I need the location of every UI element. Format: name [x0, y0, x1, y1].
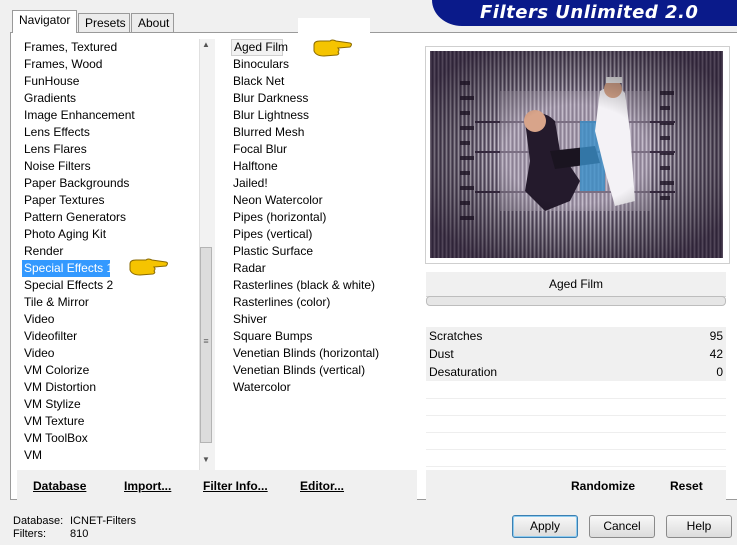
- reset-button[interactable]: Reset: [670, 479, 703, 493]
- category-item[interactable]: FunHouse: [22, 73, 198, 90]
- category-item[interactable]: Frames, Wood: [22, 56, 198, 73]
- param-value: 0: [716, 365, 723, 379]
- category-item[interactable]: Video: [22, 345, 198, 362]
- category-item[interactable]: Gradients: [22, 90, 198, 107]
- category-item[interactable]: Lens Effects: [22, 124, 198, 141]
- empty-param-row: [426, 399, 726, 416]
- category-item[interactable]: VM ToolBox: [22, 430, 198, 447]
- database-label: Database:: [13, 515, 64, 527]
- preview-image[interactable]: [430, 51, 723, 258]
- category-item[interactable]: VM Texture: [22, 413, 198, 430]
- editor-button[interactable]: Editor...: [300, 479, 344, 493]
- category-item[interactable]: VM: [22, 447, 198, 464]
- scroll-up-icon[interactable]: ▲: [200, 40, 212, 52]
- filter-item[interactable]: Venetian Blinds (vertical): [231, 362, 416, 379]
- category-item[interactable]: Photo Aging Kit: [22, 226, 198, 243]
- category-item[interactable]: Paper Backgrounds: [22, 175, 198, 192]
- category-item[interactable]: Special Effects 2: [22, 277, 198, 294]
- randomize-button[interactable]: Randomize: [571, 479, 635, 493]
- filters-count: 810: [70, 528, 89, 540]
- category-item[interactable]: Pattern Generators: [22, 209, 198, 226]
- filter-item[interactable]: Radar: [231, 260, 416, 277]
- category-item[interactable]: Render: [22, 243, 198, 260]
- category-item[interactable]: Tile & Mirror: [22, 294, 198, 311]
- category-item[interactable]: Paper Textures: [22, 192, 198, 209]
- param-label: Desaturation: [429, 365, 498, 379]
- filter-item[interactable]: Pipes (vertical): [231, 226, 416, 243]
- filter-info-button[interactable]: Filter Info...: [203, 479, 268, 493]
- category-item[interactable]: Special Effects 1: [22, 260, 113, 277]
- filter-item[interactable]: Neon Watercolor: [231, 192, 416, 209]
- title-banner: Filters Unlimited 2.0: [432, 0, 737, 26]
- category-item[interactable]: Lens Flares: [22, 141, 198, 158]
- database-button[interactable]: Database: [33, 479, 86, 493]
- filter-item[interactable]: Rasterlines (color): [231, 294, 416, 311]
- import-button[interactable]: Import...: [124, 479, 171, 493]
- filters-label: Filters:: [13, 528, 46, 540]
- param-row-desaturation[interactable]: Desaturation 0: [426, 363, 726, 381]
- filter-item[interactable]: Watercolor: [231, 379, 416, 396]
- filter-item[interactable]: Shiver: [231, 311, 416, 328]
- filter-item[interactable]: Jailed!: [231, 175, 416, 192]
- filter-item[interactable]: Rasterlines (black & white): [231, 277, 416, 294]
- category-item[interactable]: VM Colorize: [22, 362, 198, 379]
- filter-item[interactable]: Plastic Surface: [231, 243, 416, 260]
- param-label: Scratches: [429, 329, 483, 343]
- param-row-scratches[interactable]: Scratches 95: [426, 327, 726, 345]
- tab-presets[interactable]: Presets: [78, 13, 130, 32]
- filter-item[interactable]: Venetian Blinds (horizontal): [231, 345, 416, 362]
- scroll-grip-icon: ≡: [203, 336, 209, 346]
- empty-param-row: [426, 382, 726, 399]
- category-item[interactable]: VM Distortion: [22, 379, 198, 396]
- category-item[interactable]: Video: [22, 311, 198, 328]
- tab-navigator[interactable]: Navigator: [12, 10, 77, 33]
- filter-item[interactable]: Blurred Mesh: [231, 124, 416, 141]
- scroll-down-icon[interactable]: ▼: [200, 455, 212, 467]
- param-value: 42: [709, 347, 723, 361]
- empty-param-row: [426, 433, 726, 450]
- empty-param-row: [426, 416, 726, 433]
- filter-item[interactable]: Aged Film: [231, 39, 288, 56]
- empty-param-row: [426, 450, 726, 467]
- category-item[interactable]: VM Stylize: [22, 396, 198, 413]
- parameter-slider[interactable]: [426, 296, 726, 306]
- category-list[interactable]: Frames, Textured Frames, Wood FunHouse Grad…: [22, 39, 198, 469]
- filter-item[interactable]: Halftone: [231, 158, 416, 175]
- cancel-button[interactable]: Cancel: [589, 515, 655, 538]
- filter-item[interactable]: Focal Blur: [231, 141, 416, 158]
- filter-item[interactable]: Blur Darkness: [231, 90, 416, 107]
- banner-title: Filters Unlimited 2.0: [480, 2, 699, 23]
- category-item[interactable]: Noise Filters: [22, 158, 198, 175]
- tab-about[interactable]: About: [131, 13, 174, 32]
- category-item[interactable]: Image Enhancement: [22, 107, 198, 124]
- filter-item[interactable]: Blur Lightness: [231, 107, 416, 124]
- pointing-hand-icon: [313, 39, 352, 57]
- param-value: 95: [709, 329, 723, 343]
- pointing-hand-icon: [129, 258, 168, 276]
- param-label: Dust: [429, 347, 454, 361]
- param-row-dust[interactable]: Dust 42: [426, 345, 726, 363]
- category-item[interactable]: Frames, Textured: [22, 39, 198, 56]
- category-item[interactable]: Videofilter: [22, 328, 198, 345]
- apply-button[interactable]: Apply: [512, 515, 578, 538]
- filter-item[interactable]: Black Net: [231, 73, 416, 90]
- selected-filter-name: Aged Film: [426, 272, 726, 297]
- filter-item[interactable]: Square Bumps: [231, 328, 416, 345]
- database-value: ICNET-Filters: [70, 515, 136, 527]
- filter-list[interactable]: Aged Film Binoculars Black Net Blur Darknes…: [231, 39, 416, 396]
- help-button[interactable]: Help: [666, 515, 732, 538]
- filter-item[interactable]: Pipes (horizontal): [231, 209, 416, 226]
